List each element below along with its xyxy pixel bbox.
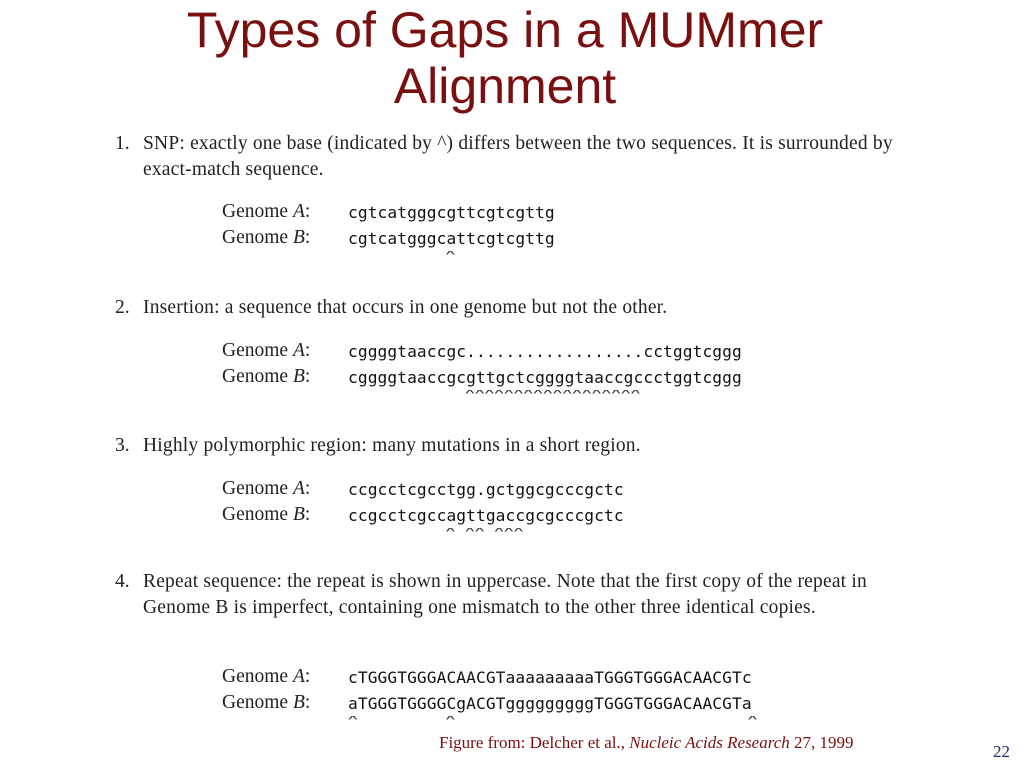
gap-type-repeat-sequence: 4. Repeat sequence: the repeat is shown …: [115, 569, 915, 621]
alignment-insertion: Genome A: cggggtaaccgc..................…: [222, 338, 742, 402]
slide-title-line-2: Alignment: [393, 58, 617, 114]
item-description: Highly polymorphic region: many mutation…: [143, 435, 641, 456]
alignment-row-genome-a: Genome A: cgtcatgggcgttcgtcgttg: [222, 199, 555, 225]
genome-b-label: Genome B:: [222, 692, 311, 713]
citation-prefix: Figure from: Delcher et al.,: [439, 733, 630, 752]
alignment-row-genome-a: Genome A: cTGGGTGGGACAACGTaaaaaaaaaTGGGT…: [222, 664, 757, 690]
genome-a-label: Genome A:: [222, 201, 311, 222]
genome-b-sequence: aTGGGTGGGGCgACGTgggggggggTGGGTGGGACAACGT…: [348, 693, 752, 713]
figure-citation: Figure from: Delcher et al., Nucleic Aci…: [439, 733, 854, 753]
alignment-polymorphic-region: Genome A: ccgcctcgcctgg.gctggcgcccgctc G…: [222, 476, 624, 540]
alignment-row-genome-b: Genome B: cggggtaaccgcgttgctcggggtaaccgc…: [222, 364, 742, 390]
genome-a-sequence: cgtcatgggcgttcgtcgttg: [348, 202, 555, 222]
genome-b-label: Genome B:: [222, 504, 311, 525]
slide-title: Types of Gaps in a MUMmer Alignment: [0, 2, 1010, 114]
item-description: Insertion: a sequence that occurs in one…: [143, 297, 668, 318]
alignment-row-genome-b: Genome B: cgtcatgggcattcgtcgttg: [222, 225, 555, 251]
alignment-row-genome-b: Genome B: ccgcctcgccagttgaccgcgcccgctc: [222, 502, 624, 528]
genome-b-sequence: cggggtaaccgcgttgctcggggtaaccgccctggtcggg: [348, 367, 742, 387]
item-description: SNP: exactly one base (indicated by ^) d…: [143, 133, 893, 180]
alignment-row-genome-b: Genome B: aTGGGTGGGGCgACGTgggggggggTGGGT…: [222, 690, 757, 716]
gap-type-insertion: 2. Insertion: a sequence that occurs in …: [115, 295, 915, 321]
genome-b-sequence: ccgcctcgccagttgaccgcgcccgctc: [348, 505, 624, 525]
item-number: 4.: [115, 571, 130, 592]
gap-type-polymorphic-region: 3. Highly polymorphic region: many mutat…: [115, 433, 915, 459]
genome-a-label: Genome A:: [222, 478, 311, 499]
item-number: 3.: [115, 435, 130, 456]
genome-b-label: Genome B:: [222, 366, 311, 387]
genome-b-label: Genome B:: [222, 227, 311, 248]
alignment-repeat-sequence: Genome A: cTGGGTGGGACAACGTaaaaaaaaaTGGGT…: [222, 664, 757, 728]
difference-markers: ^^^^^^^^^^^^^^^^^^: [348, 390, 641, 402]
citation-journal: Nucleic Acids Research: [629, 733, 790, 752]
alignment-row-genome-a: Genome A: cggggtaaccgc..................…: [222, 338, 742, 364]
genome-a-sequence: cggggtaaccgc..................cctggtcggg: [348, 341, 742, 361]
item-number: 1.: [115, 133, 130, 154]
difference-markers: ^: [348, 251, 456, 263]
genome-a-sequence: ccgcctcgcctgg.gctggcgcccgctc: [348, 479, 624, 499]
item-number: 2.: [115, 297, 130, 318]
slide-title-line-1: Types of Gaps in a MUMmer: [186, 2, 824, 58]
genome-a-sequence: cTGGGTGGGACAACGTaaaaaaaaaTGGGTGGGACAACGT…: [348, 667, 752, 687]
genome-b-sequence: cgtcatgggcattcgtcgttg: [348, 228, 555, 248]
genome-a-label: Genome A:: [222, 340, 311, 361]
gap-type-snp: 1. SNP: exactly one base (indicated by ^…: [115, 131, 915, 183]
alignment-snp: Genome A: cgtcatgggcgttcgtcgttg Genome B…: [222, 199, 555, 263]
difference-markers: ^ ^ ^: [348, 716, 758, 728]
item-description: Repeat sequence: the repeat is shown in …: [143, 571, 867, 618]
citation-suffix: 27, 1999: [789, 733, 854, 752]
genome-a-label: Genome A:: [222, 666, 311, 687]
page-number: 22: [993, 742, 1010, 761]
alignment-row-genome-a: Genome A: ccgcctcgcctgg.gctggcgcccgctc: [222, 476, 624, 502]
difference-markers: ^ ^^ ^^^: [348, 528, 524, 540]
